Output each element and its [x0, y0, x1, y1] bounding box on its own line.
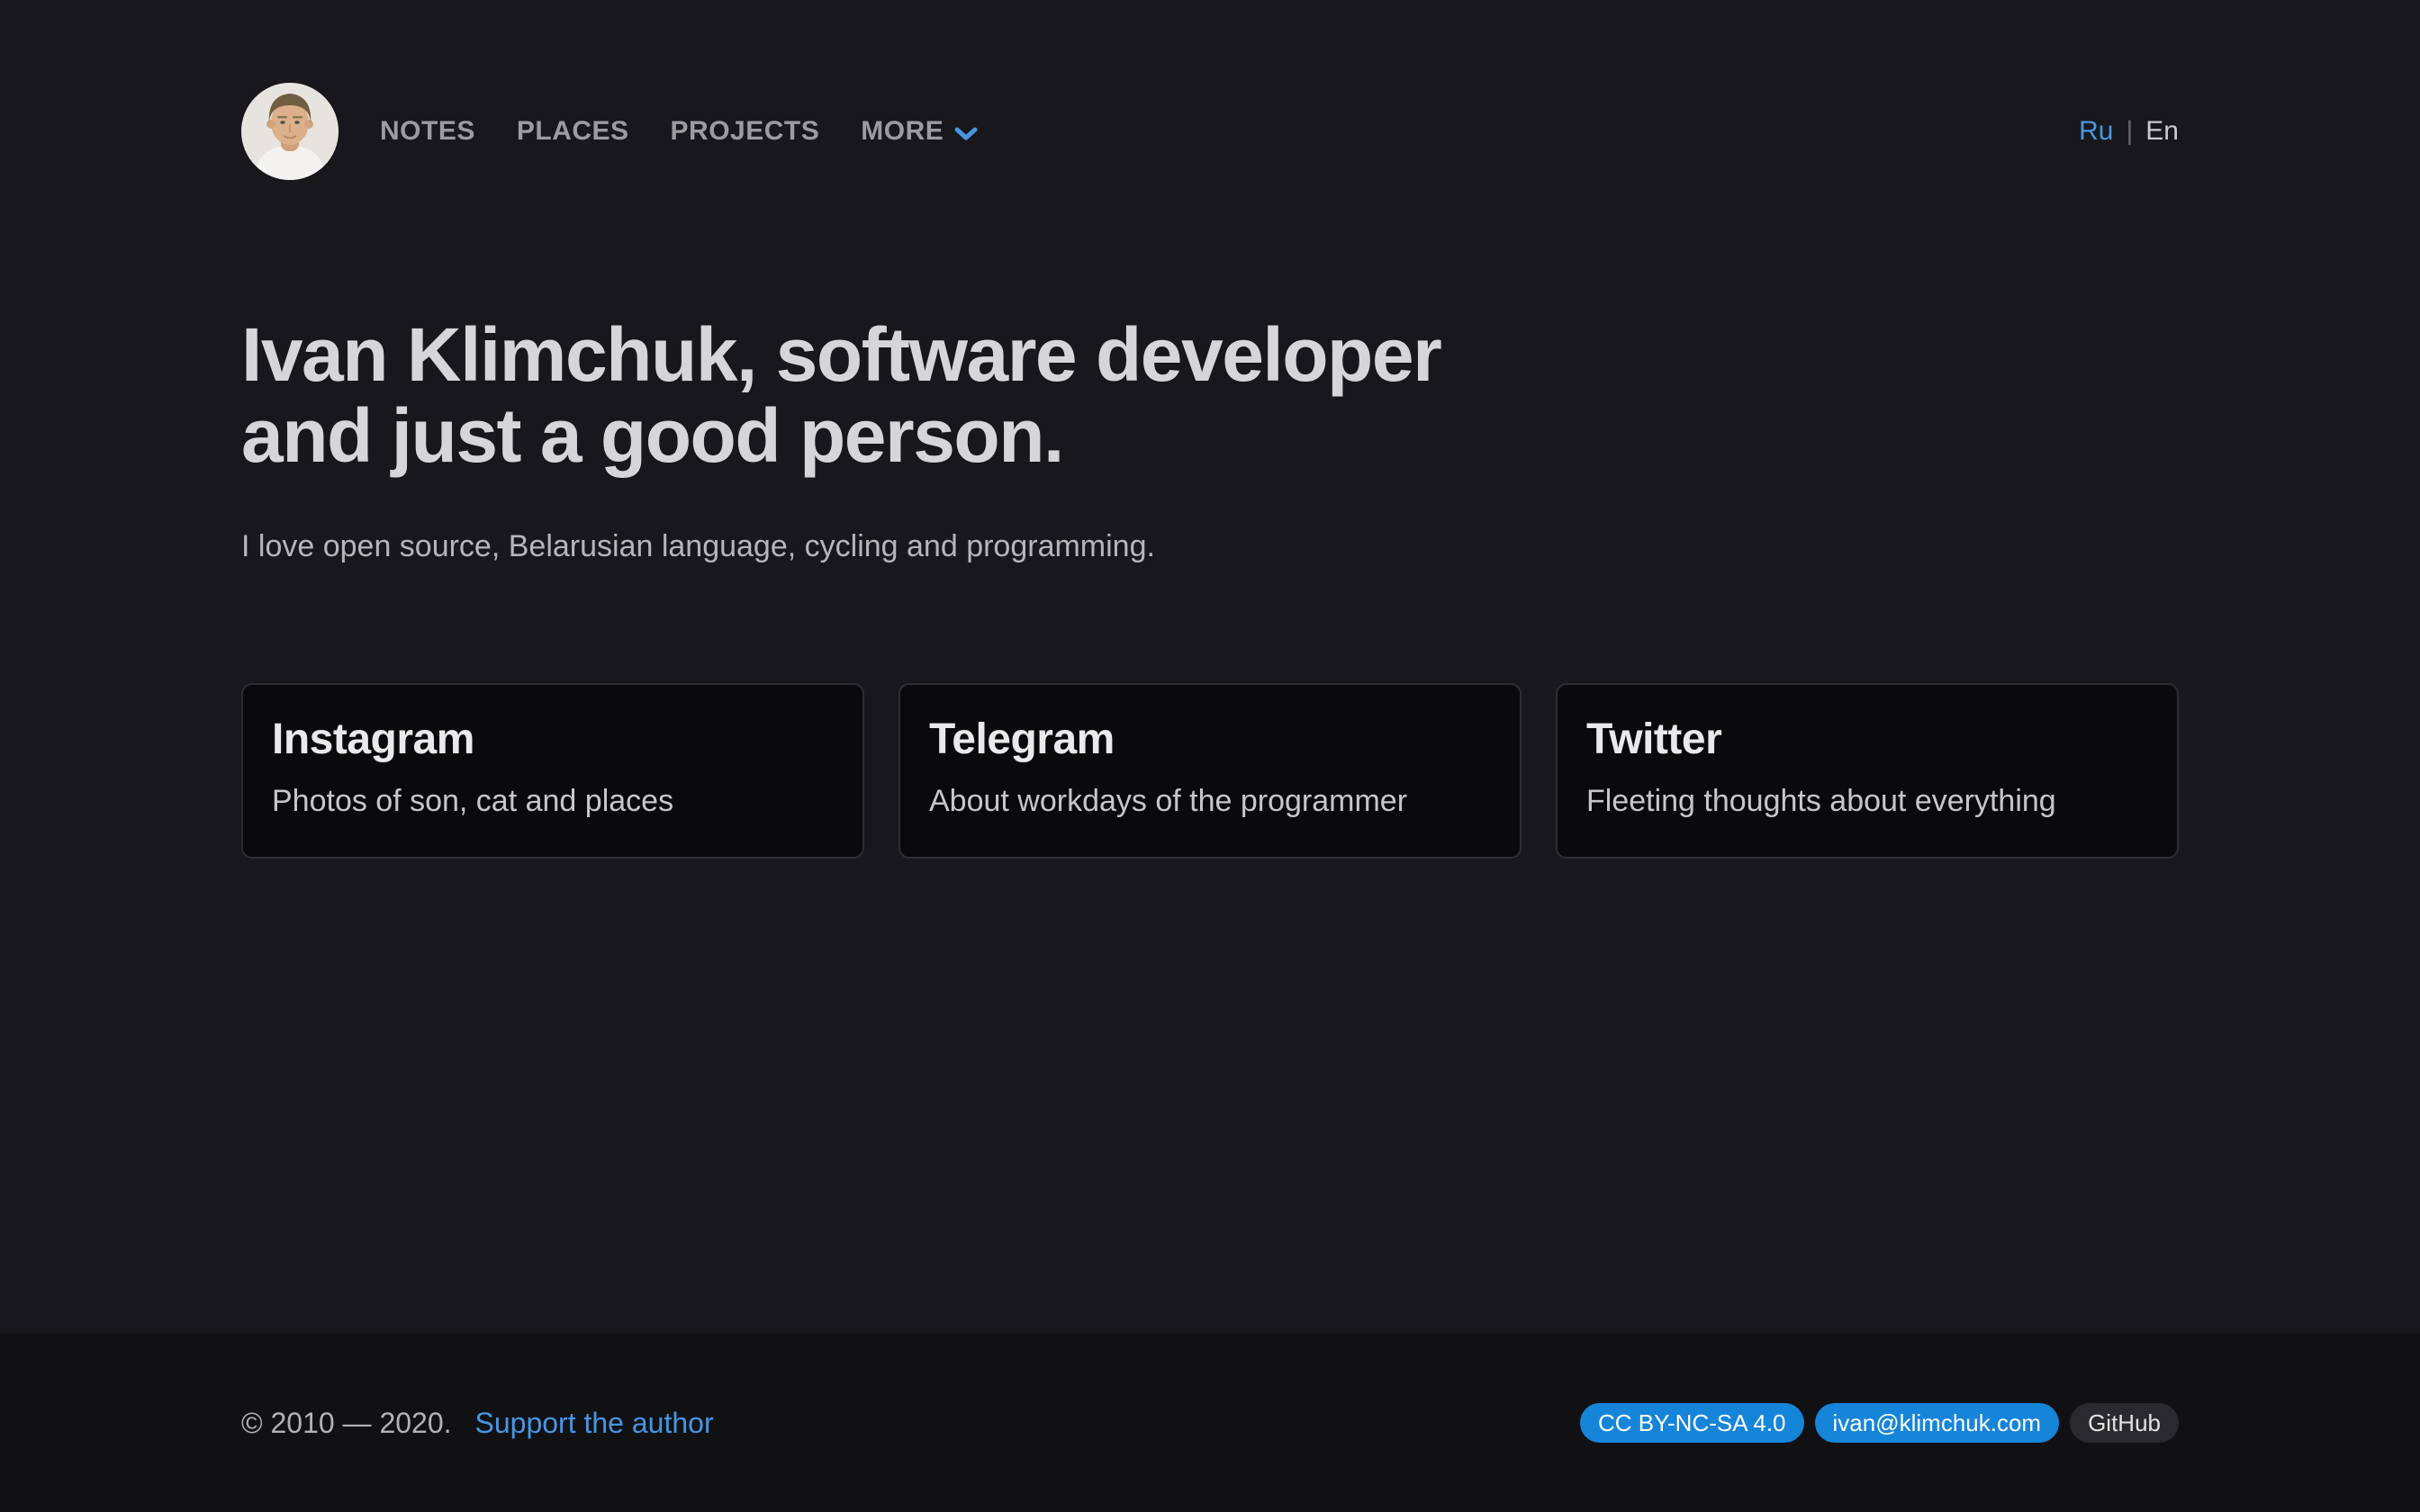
card-title: Twitter: [1586, 717, 2148, 762]
card-title: Instagram: [272, 717, 834, 762]
footer-left: © 2010 — 2020. Support the author: [241, 1407, 714, 1440]
footer-badges: CC BY-NC-SA 4.0 ivan@klimchuk.com GitHub: [1580, 1403, 2179, 1443]
social-cards: Instagram Photos of son, cat and places …: [241, 683, 2179, 859]
chevron-down-icon: [954, 126, 978, 141]
card-instagram[interactable]: Instagram Photos of son, cat and places: [241, 683, 864, 859]
badge-email[interactable]: ivan@klimchuk.com: [1815, 1403, 2060, 1443]
card-description: Fleeting thoughts about everything: [1586, 784, 2148, 819]
main-navigation: NOTES PLACES PROJECTS MORE: [380, 116, 978, 147]
badge-cc-license[interactable]: CC BY-NC-SA 4.0: [1580, 1403, 1804, 1443]
card-description: Photos of son, cat and places: [272, 784, 834, 819]
footer: © 2010 — 2020. Support the author CC BY-…: [0, 1334, 2420, 1512]
support-author-link[interactable]: Support the author: [475, 1407, 714, 1440]
title-line-2: and just a good person.: [241, 396, 2179, 477]
card-telegram[interactable]: Telegram About workdays of the programme…: [898, 683, 1522, 859]
avatar[interactable]: [241, 83, 339, 180]
main-content: Ivan Klimchuk, software developer and ju…: [0, 180, 2420, 859]
title-line-1: Ivan Klimchuk, software developer: [241, 315, 2179, 396]
footer-inner: © 2010 — 2020. Support the author CC BY-…: [0, 1334, 2420, 1512]
lang-en-label: En: [2145, 116, 2179, 147]
nav-link-places[interactable]: PLACES: [517, 116, 629, 147]
card-twitter[interactable]: Twitter Fleeting thoughts about everythi…: [1556, 683, 2179, 859]
copyright-text: © 2010 — 2020.: [241, 1407, 452, 1440]
card-title: Telegram: [929, 717, 1491, 762]
lang-ru-link[interactable]: Ru: [2079, 116, 2113, 147]
nav-link-notes[interactable]: NOTES: [380, 116, 475, 147]
hero-subtitle: I love open source, Belarusian language,…: [241, 529, 2179, 564]
page-title: Ivan Klimchuk, software developer and ju…: [241, 315, 2179, 477]
avatar-portrait-image: [241, 83, 339, 180]
language-switcher: Ru | En: [2079, 116, 2179, 147]
lang-divider: |: [2127, 116, 2134, 147]
badge-github[interactable]: GitHub: [2070, 1403, 2179, 1443]
nav-more-button[interactable]: MORE: [861, 116, 978, 147]
card-description: About workdays of the programmer: [929, 784, 1491, 819]
page: NOTES PLACES PROJECTS MORE Ru | En Ivan …: [0, 0, 2420, 1512]
top-nav: NOTES PLACES PROJECTS MORE Ru | En: [0, 83, 2420, 180]
nav-more-label: MORE: [861, 116, 944, 147]
nav-link-projects[interactable]: PROJECTS: [671, 116, 820, 147]
